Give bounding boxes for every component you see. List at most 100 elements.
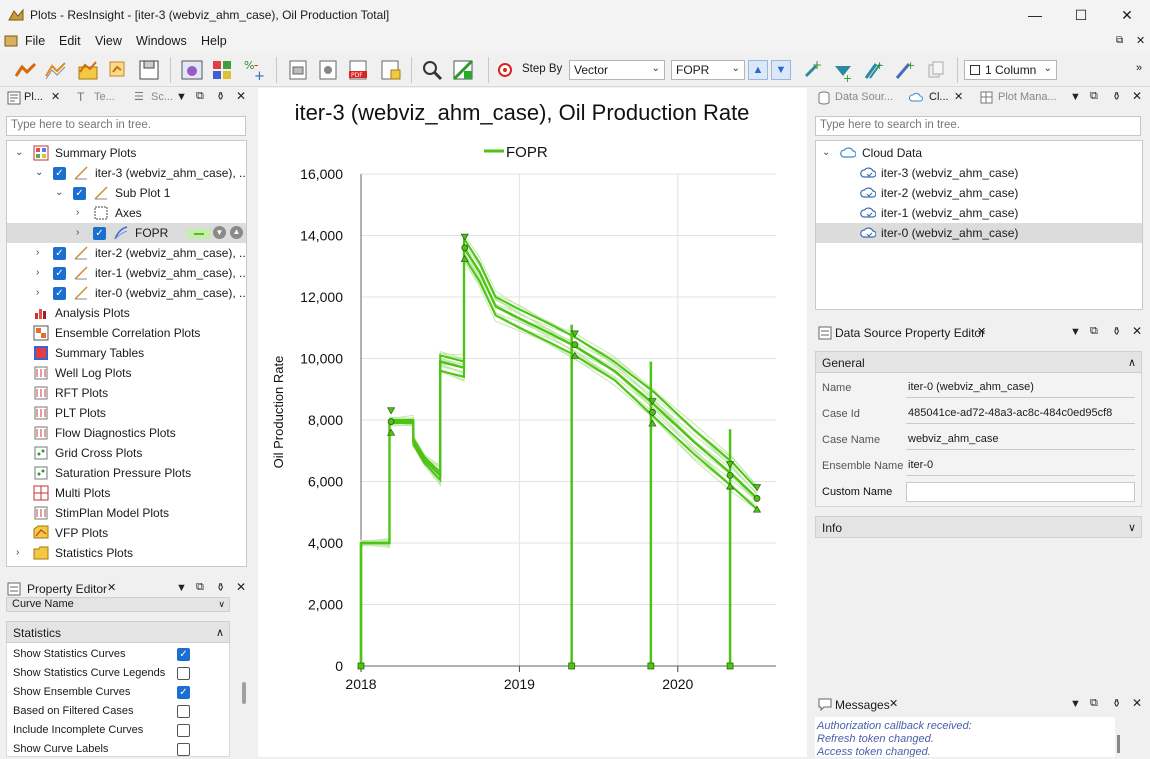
summary-plot-icon[interactable] [44,58,68,82]
menu-view[interactable]: View [95,34,122,48]
tab-close-icon[interactable]: ✕ [889,697,898,710]
option-checkbox[interactable]: ✓ [177,648,190,661]
dock-close-icon[interactable]: ✕ [236,580,246,594]
cloud-ensemble-item[interactable]: iter-2 (webviz_ahm_case) [816,183,1142,203]
tree-item[interactable]: StimPlan Model Plots [7,503,246,523]
tab-list-icon[interactable]: ▼ [176,582,187,594]
move-down-icon[interactable]: ▼ [213,226,226,239]
cloud-ensemble-item[interactable]: iter-3 (webviz_ahm_case) [816,163,1142,183]
tab-close-icon[interactable]: ✕ [954,90,963,103]
option-checkbox[interactable] [177,724,190,737]
float-icon[interactable]: ⧉ [1090,325,1098,338]
tree-item[interactable]: › Statistics Plots [7,543,246,563]
float-icon[interactable]: ⧉ [196,581,204,594]
cloud-root-row[interactable]: ⌄ Cloud Data [816,143,1142,163]
save-icon[interactable] [137,58,161,82]
option-checkbox[interactable] [177,667,190,680]
columns-combo[interactable]: 1 Column ⌄ [964,60,1057,80]
chevron-down-icon[interactable]: ⌄ [822,143,830,163]
tab-close-icon[interactable]: ✕ [107,581,116,594]
visibility-checkbox[interactable]: ✓ [53,267,66,280]
menu-edit[interactable]: Edit [59,34,81,48]
next-step-button[interactable]: ▼ [771,60,791,80]
info-group-header[interactable]: Info ∨ [815,516,1142,538]
pin-icon[interactable]: ⚱ [1112,697,1121,710]
messages-scrollbar[interactable] [1117,735,1120,753]
tree-item[interactable]: ⌄ Summary Plots [7,143,246,163]
tab-close-icon[interactable]: ✕ [977,325,986,338]
dock-close-icon[interactable]: ✕ [1132,324,1142,338]
tree-item[interactable]: PLT Plots [7,403,246,423]
statistics-group-header[interactable]: Statistics ∧ [6,621,230,643]
tab-text[interactable]: Te... [94,91,115,103]
tree-item[interactable]: Saturation Pressure Plots [7,463,246,483]
previous-step-button[interactable]: ▲ [748,60,768,80]
tree-item[interactable]: RFT Plots [7,383,246,403]
chevron-right-icon[interactable]: › [36,283,39,303]
duplicate-icon[interactable] [924,58,948,82]
curve-name-group-header[interactable]: Curve Name ∨ [6,597,230,612]
3d-view-icon[interactable] [180,58,204,82]
option-checkbox[interactable] [177,705,190,718]
vector-combo[interactable]: FOPR ⌄ [671,60,745,80]
summary-folder-icon[interactable] [76,58,100,82]
step-by-combo[interactable]: Vector ⌄ [569,60,665,80]
tab-list-icon[interactable]: ▼ [1070,698,1081,710]
pin-icon[interactable]: ⚱ [1112,90,1121,103]
tab-scripts[interactable]: Sc... [151,91,173,103]
chevron-down-icon[interactable]: ⌄ [15,143,23,163]
toolbar-overflow-icon[interactable]: » [1136,62,1142,74]
visibility-checkbox[interactable]: ✓ [73,187,86,200]
float-icon[interactable]: ⧉ [1090,90,1098,103]
chevron-right-icon[interactable]: › [36,243,39,263]
chevron-down-icon[interactable]: ⌄ [35,163,43,183]
pin-icon[interactable]: ⚱ [216,581,225,594]
tree-item[interactable]: ⌄ ✓ iter-3 (webviz_ahm_case), ... [7,163,246,183]
restore-mdi-icon[interactable]: ⧉ [1116,35,1123,46]
maximize-button[interactable]: ☐ [1058,0,1104,31]
tree-item[interactable]: › Axes [7,203,246,223]
tab-cloud[interactable]: Cl... [929,91,949,103]
general-group-header[interactable]: General ∧ [815,351,1142,373]
add-curve-icon[interactable]: + [800,58,824,82]
snapshot-all-icon[interactable] [378,58,402,82]
dock-close-icon[interactable]: ✕ [1132,89,1142,103]
tree-item[interactable]: Grid Cross Plots [7,443,246,463]
menu-file[interactable]: File [25,34,45,48]
grid-view-icon[interactable] [210,58,234,82]
cloud-search-input[interactable]: Type here to search in tree. [815,116,1141,136]
close-button[interactable]: ✕ [1104,0,1150,31]
custom-name-input[interactable] [906,482,1135,502]
append-curve-icon[interactable]: + [831,58,855,85]
tree-item[interactable]: VFP Plots [7,523,246,543]
chevron-right-icon[interactable]: › [36,263,39,283]
visibility-checkbox[interactable]: ✓ [53,247,66,260]
snapshot-file-icon[interactable] [316,58,340,82]
tree-item[interactable]: Well Log Plots [7,363,246,383]
plot-layout-icon[interactable] [451,58,475,82]
tab-close-icon[interactable]: ✕ [51,90,60,103]
cloud-ensemble-item[interactable]: iter-0 (webviz_ahm_case) [816,223,1142,243]
chevron-right-icon[interactable]: › [76,223,79,243]
chevron-right-icon[interactable]: › [16,543,19,563]
minimize-button[interactable]: — [1012,0,1058,31]
tree-item[interactable]: › ✓ FOPR ▼ ▲ [7,223,246,243]
menu-help[interactable]: Help [201,34,227,48]
cloud-ensemble-item[interactable]: iter-1 (webviz_ahm_case) [816,203,1142,223]
snapshot-clipboard-icon[interactable] [286,58,310,82]
tree-item[interactable]: Ensemble Correlation Plots [7,323,246,343]
float-icon[interactable]: ⧉ [1090,697,1098,710]
move-up-icon[interactable]: ▲ [230,226,243,239]
calculator-icon[interactable]: % + - [242,58,266,84]
tree-item[interactable]: Summary Tables [7,343,246,363]
tab-plots[interactable]: Pl... [24,91,43,103]
export-pdf-icon[interactable]: PDF [346,58,370,82]
visibility-checkbox[interactable]: ✓ [53,167,66,180]
pin-icon[interactable]: ⚱ [216,90,225,103]
plot-canvas[interactable]: iter-3 (webviz_ahm_case), Oil Production… [258,88,807,757]
option-checkbox[interactable] [177,743,190,756]
tree-item[interactable]: Analysis Plots [7,303,246,323]
tree-item[interactable]: Multi Plots [7,483,246,503]
option-checkbox[interactable]: ✓ [177,686,190,699]
tree-item[interactable]: › ✓ iter-2 (webviz_ahm_case), ... [7,243,246,263]
